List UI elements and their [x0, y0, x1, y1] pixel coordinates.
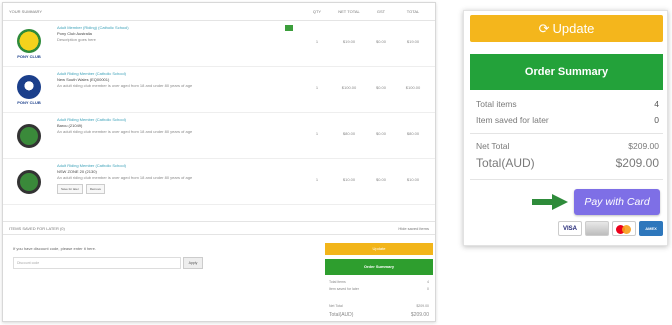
cart-item: Adult Riding Member (Catholic School) NS…	[3, 159, 435, 205]
mini-order-summary-title: Order Summary	[325, 259, 433, 275]
arrow-right-icon	[532, 194, 568, 210]
total-value: $209.00	[615, 156, 659, 170]
pony-club-emblem-icon	[17, 29, 41, 53]
item-detail: Description goes here	[57, 37, 96, 42]
mini-total-items-value: 4	[427, 280, 429, 284]
item-total: $10.00	[406, 177, 420, 182]
cart-item: PONY CLUB Adult Member (Riding) (Catholi…	[3, 21, 435, 67]
mini-update-button[interactable]: Update	[325, 243, 433, 255]
stage: YOUR SUMMARY QTY NET TOTAL GST TOTAL PON…	[0, 0, 672, 325]
item-detail: An adult riding club member is over aged…	[57, 129, 193, 134]
map-placeholder-icon	[17, 124, 41, 148]
item-info: Adult Riding Member (Catholic School) Ba…	[49, 117, 301, 135]
mini-total-label: Total(AUD)	[329, 312, 354, 318]
cart-item: PONY CLUB Adult Riding Member (Catholic …	[3, 67, 435, 113]
mini-net-label: Net Total	[329, 304, 343, 308]
item-total: $19.00	[406, 39, 420, 44]
map-placeholder-icon	[17, 170, 41, 194]
header-total: TOTAL	[406, 9, 420, 14]
item-net: $10.00	[342, 177, 356, 182]
total-row: Total(AUD) $209.00	[476, 156, 659, 170]
discount-code-input[interactable]: Discount code	[13, 257, 181, 269]
total-items-row: Total items 4	[476, 99, 659, 109]
order-summary-zoom: ⟳ Update Order Summary Total items 4 Item…	[463, 10, 668, 246]
mini-net-value: $209.00	[416, 304, 429, 308]
item-net: $80.00	[342, 131, 356, 136]
edit-tag-icon[interactable]	[285, 25, 293, 31]
pony-club-logo: PONY CLUB	[9, 71, 49, 109]
total-items-value: 4	[654, 99, 659, 109]
update-label: Update	[552, 21, 595, 36]
total-items-label: Total items	[476, 99, 517, 109]
item-info: Adult Member (Riding) (Catholic School) …	[49, 25, 301, 43]
saved-items-row: Item saved for later 0	[476, 115, 659, 125]
remove-button[interactable]: Remove	[85, 184, 106, 194]
saved-items-bar: ITEMS SAVED FOR LATER (0) Hide saved ite…	[3, 221, 435, 235]
item-actions: Save for later Remove	[57, 184, 301, 194]
saved-items-value: 0	[654, 115, 659, 125]
item-qty: 1	[315, 39, 319, 44]
cart-header-title: YOUR SUMMARY	[9, 9, 43, 14]
mastercard-icon	[612, 221, 636, 236]
pony-club-emblem-icon	[17, 75, 41, 99]
item-gst: $0.00	[375, 39, 386, 44]
amex-card-icon: AMEX	[639, 221, 663, 236]
cart-item: Adult Riding Member (Catholic School) Ba…	[3, 113, 435, 159]
saved-items-label: Item saved for later	[476, 115, 549, 125]
total-label: Total(AUD)	[476, 156, 535, 170]
item-total: $100.00	[405, 85, 421, 90]
mini-total-row: Total(AUD) $209.00	[329, 312, 429, 318]
generic-card-icon	[585, 221, 609, 236]
item-info: Adult Riding Member (Catholic School) NS…	[49, 163, 301, 194]
item-detail: An adult riding club member is over aged…	[57, 83, 193, 88]
update-button[interactable]: ⟳ Update	[470, 15, 663, 42]
item-qty: 1	[315, 177, 319, 182]
placeholder-logo	[9, 117, 49, 155]
item-total: $80.00	[406, 131, 420, 136]
logo-label: PONY CLUB	[17, 54, 41, 59]
mini-saved-label: Item saved for later	[329, 287, 359, 291]
placeholder-logo	[9, 163, 49, 201]
cart-header: YOUR SUMMARY QTY NET TOTAL GST TOTAL	[3, 3, 435, 21]
saved-items-label: ITEMS SAVED FOR LATER (0)	[9, 225, 65, 231]
header-qty: QTY	[312, 9, 322, 14]
cart-page: YOUR SUMMARY QTY NET TOTAL GST TOTAL PON…	[2, 2, 436, 322]
item-net: $100.00	[341, 85, 357, 90]
mini-total-items-label: Total items	[329, 280, 346, 284]
item-qty: 1	[315, 131, 319, 136]
item-net: $19.00	[342, 39, 356, 44]
apply-button[interactable]: Apply	[183, 257, 203, 269]
mini-total-value: $209.00	[410, 312, 429, 318]
item-gst: $0.00	[375, 131, 386, 136]
item-info: Adult Riding Member (Catholic School) Ne…	[49, 71, 301, 89]
mini-total-items-row: Total items 4	[329, 280, 429, 284]
net-total-label: Net Total	[476, 141, 510, 151]
logo-label: PONY CLUB	[17, 100, 41, 105]
mini-saved-value: 0	[427, 287, 429, 291]
visa-card-icon: VISA	[558, 221, 582, 236]
net-total-value: $209.00	[628, 141, 659, 151]
item-gst: $0.00	[375, 85, 386, 90]
mini-saved-row: Item saved for later 0	[329, 287, 429, 291]
divider	[470, 133, 663, 134]
item-qty: 1	[315, 85, 319, 90]
header-net-total: NET TOTAL	[338, 9, 360, 14]
divider	[470, 179, 663, 180]
net-total-row: Net Total $209.00	[476, 141, 659, 151]
discount-label: If you have discount code, please enter …	[13, 246, 96, 251]
payment-cards: VISA AMEX	[558, 221, 663, 236]
item-detail: An adult riding club member is over aged…	[57, 175, 193, 180]
mini-net-row: Net Total $209.00	[329, 304, 429, 308]
save-for-later-button[interactable]: Save for later	[57, 184, 83, 194]
item-gst: $0.00	[375, 177, 386, 182]
refresh-icon: ⟳	[538, 21, 550, 36]
order-summary-title: Order Summary	[470, 54, 663, 90]
pay-with-card-button[interactable]: Pay with Card	[574, 189, 660, 215]
header-gst: GST	[376, 9, 386, 14]
hide-saved-items-link[interactable]: Hide saved items	[398, 226, 429, 231]
pony-club-logo: PONY CLUB	[9, 25, 49, 63]
